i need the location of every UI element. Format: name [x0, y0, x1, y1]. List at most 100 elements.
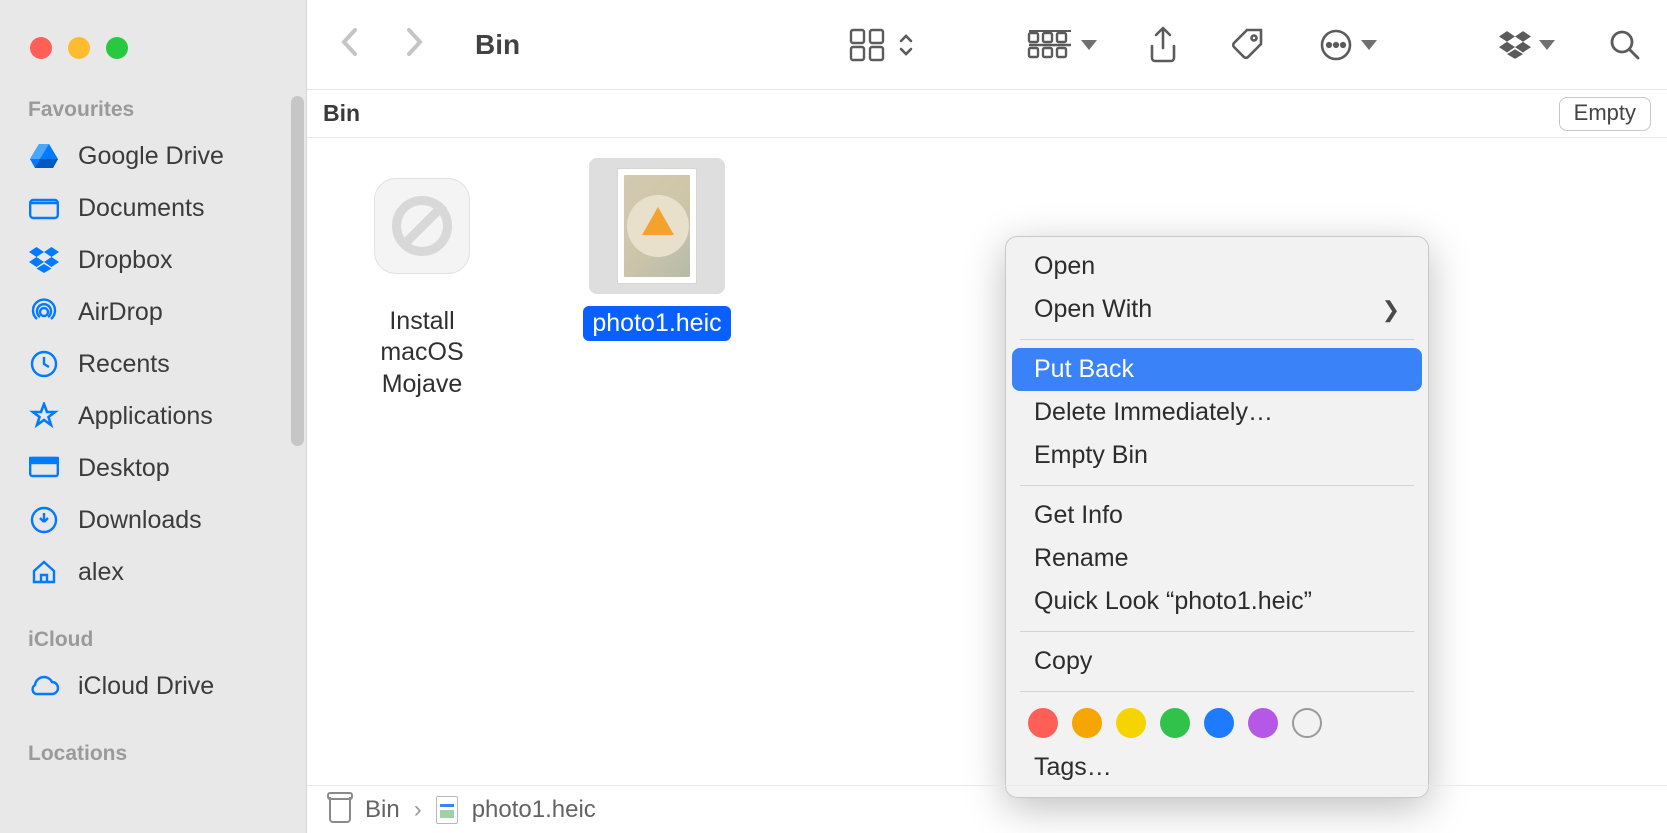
menu-item-empty-bin[interactable]: Empty Bin [1012, 434, 1422, 477]
file-thumbnail [589, 158, 725, 294]
sidebar-section-favourites: Favourites [0, 68, 306, 130]
sidebar-item-dropbox[interactable]: Dropbox [0, 234, 306, 286]
clock-icon [28, 348, 60, 380]
context-menu: Open Open With ❯ Put Back Delete Immediat… [1005, 236, 1429, 798]
file-item-photo1-heic[interactable]: photo1.heic [582, 158, 732, 341]
menu-item-open-with[interactable]: Open With ❯ [1012, 288, 1422, 331]
downloads-icon [28, 504, 60, 536]
menu-separator [1020, 339, 1414, 340]
sidebar-item-recents[interactable]: Recents [0, 338, 306, 390]
dropbox-toolbar-button[interactable] [1499, 25, 1555, 65]
sidebar: Favourites Google Drive Documents Dropbo… [0, 0, 307, 833]
menu-item-label: Copy [1034, 647, 1092, 676]
sidebar-item-icloud-drive[interactable]: iCloud Drive [0, 660, 306, 712]
tag-color-orange[interactable] [1072, 708, 1102, 738]
close-window-button[interactable] [30, 37, 52, 59]
menu-item-label: Get Info [1034, 501, 1123, 530]
menu-item-label: Tags… [1034, 753, 1112, 782]
sidebar-item-label: Google Drive [78, 142, 224, 171]
path-bar: Bin › photo1.heic [307, 785, 1667, 833]
tags-button[interactable] [1231, 25, 1267, 65]
dropbox-icon [28, 244, 60, 276]
tag-color-green[interactable] [1160, 708, 1190, 738]
tag-color-red[interactable] [1028, 708, 1058, 738]
image-thumbnail-icon [617, 168, 697, 284]
menu-item-label: Rename [1034, 544, 1129, 573]
group-button[interactable] [1027, 25, 1097, 65]
menu-item-rename[interactable]: Rename [1012, 537, 1422, 580]
window-title: Bin [475, 29, 520, 61]
window-controls [0, 28, 306, 68]
sidebar-item-label: Desktop [78, 454, 170, 483]
file-name-label: photo1.heic [583, 306, 730, 341]
toolbar: Bin [307, 0, 1667, 90]
sidebar-scrollbar[interactable] [291, 96, 304, 446]
location-bar: Bin Empty [307, 90, 1667, 138]
sidebar-item-applications[interactable]: Applications [0, 390, 306, 442]
sidebar-section-icloud: iCloud [0, 598, 306, 660]
menu-item-delete-immediately[interactable]: Delete Immediately… [1012, 391, 1422, 434]
menu-item-label: Empty Bin [1034, 441, 1148, 470]
sidebar-item-label: AirDrop [78, 298, 163, 327]
menu-item-open[interactable]: Open [1012, 245, 1422, 288]
tag-color-yellow[interactable] [1116, 708, 1146, 738]
view-icons-button[interactable] [849, 25, 915, 65]
main-pane: Bin [307, 0, 1667, 833]
sidebar-item-label: alex [78, 558, 124, 587]
file-name-label: Install macOS Mojave [347, 306, 497, 400]
file-thumbnail [354, 158, 490, 294]
menu-item-label: Put Back [1034, 355, 1134, 384]
file-item-install-macos-mojave[interactable]: Install macOS Mojave [347, 158, 497, 400]
action-button[interactable] [1319, 25, 1377, 65]
tag-color-purple[interactable] [1248, 708, 1278, 738]
menu-item-quick-look[interactable]: Quick Look “photo1.heic” [1012, 580, 1422, 623]
sidebar-item-google-drive[interactable]: Google Drive [0, 130, 306, 182]
submenu-chevron-icon: ❯ [1382, 297, 1400, 323]
sidebar-section-locations: Locations [0, 712, 306, 774]
sidebar-item-label: Documents [78, 194, 204, 223]
sidebar-item-downloads[interactable]: Downloads [0, 494, 306, 546]
path-segment[interactable]: photo1.heic [472, 796, 596, 824]
sidebar-item-home[interactable]: alex [0, 546, 306, 598]
menu-item-copy[interactable]: Copy [1012, 640, 1422, 683]
google-drive-icon [28, 140, 60, 172]
minimize-window-button[interactable] [68, 37, 90, 59]
prohibited-app-icon [374, 178, 470, 274]
home-icon [28, 556, 60, 588]
sidebar-item-documents[interactable]: Documents [0, 182, 306, 234]
sidebar-item-label: iCloud Drive [78, 672, 214, 701]
sidebar-item-desktop[interactable]: Desktop [0, 442, 306, 494]
search-button[interactable] [1609, 25, 1641, 65]
sidebar-item-airdrop[interactable]: AirDrop [0, 286, 306, 338]
menu-item-tags[interactable]: Tags… [1012, 746, 1422, 789]
trash-icon [329, 797, 351, 823]
empty-bin-button[interactable]: Empty [1559, 97, 1651, 131]
maximize-window-button[interactable] [106, 37, 128, 59]
menu-item-label: Quick Look “photo1.heic” [1034, 587, 1312, 616]
menu-item-label: Delete Immediately… [1034, 398, 1273, 427]
back-button[interactable] [331, 24, 369, 66]
menu-separator [1020, 485, 1414, 486]
image-file-icon [436, 796, 458, 824]
path-chevron-icon: › [414, 796, 422, 824]
menu-item-label: Open [1034, 252, 1095, 281]
sidebar-item-label: Recents [78, 350, 170, 379]
cloud-icon [28, 670, 60, 702]
menu-item-label: Open With [1034, 295, 1152, 324]
menu-separator [1020, 691, 1414, 692]
tag-color-blue[interactable] [1204, 708, 1234, 738]
forward-button[interactable] [395, 24, 433, 66]
menu-item-get-info[interactable]: Get Info [1012, 494, 1422, 537]
sidebar-item-label: Downloads [78, 506, 202, 535]
tag-color-none[interactable] [1292, 708, 1322, 738]
location-label: Bin [323, 100, 360, 127]
airdrop-icon [28, 296, 60, 328]
path-segment[interactable]: Bin [365, 796, 400, 824]
menu-item-put-back[interactable]: Put Back [1012, 348, 1422, 391]
folder-icon [28, 192, 60, 224]
file-grid[interactable]: Install macOS Mojave photo1.heic [307, 138, 1667, 833]
menu-separator [1020, 631, 1414, 632]
sidebar-item-label: Applications [78, 402, 213, 431]
share-button[interactable] [1147, 25, 1179, 65]
applications-icon [28, 400, 60, 432]
